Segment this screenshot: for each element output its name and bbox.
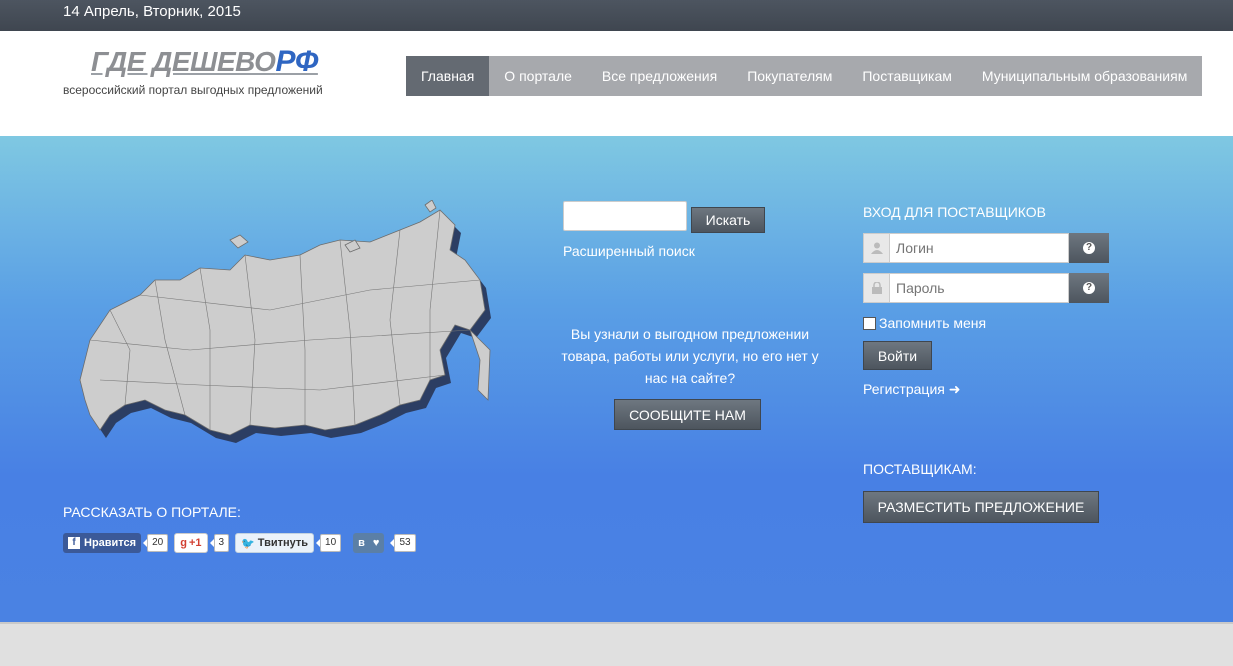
logo-rf: РФ — [275, 45, 318, 78]
remember-label: Запомнить меня — [879, 315, 987, 331]
tweet-label: Твитнуть — [257, 537, 309, 549]
remember-me: Запомнить меня — [863, 315, 986, 331]
advanced-search-link[interactable]: Расширенный поиск — [563, 243, 695, 259]
remember-checkbox[interactable] — [863, 316, 876, 330]
divider — [0, 622, 1233, 624]
logo-subtitle: всероссийский портал выгодных предложени… — [63, 83, 323, 97]
russia-map[interactable] — [70, 200, 500, 455]
search-button[interactable]: Искать — [691, 207, 765, 233]
vk-count: 53 — [390, 534, 416, 552]
nav-item-suppliers[interactable]: Поставщикам — [847, 56, 967, 96]
logo[interactable]: ГДЕ ДЕШЕВОРФ всероссийский портал выгодн… — [63, 45, 323, 105]
main-nav: Главная О портале Все предложения Покупа… — [406, 56, 1203, 96]
twitter-icon: 🐦 — [241, 537, 255, 550]
gplus-count: 3 — [209, 534, 230, 552]
vk-label: в — [358, 537, 365, 549]
suppliers-title: ПОСТАВЩИКАМ: — [863, 461, 977, 477]
nav-item-home[interactable]: Главная — [406, 56, 490, 96]
help-icon: ? — [1083, 242, 1095, 254]
gplus-label: +1 — [188, 537, 202, 549]
post-offer-button[interactable]: РАЗМЕСТИТЬ ПРЕДЛОЖЕНИЕ — [863, 491, 1099, 523]
report-button[interactable]: СООБЩИТЕ НАМ — [614, 399, 761, 430]
arrow-right-icon: ➜ — [948, 381, 961, 397]
nav-item-municipalities[interactable]: Муниципальным образованиям — [967, 56, 1202, 96]
twitter-count: 10 — [316, 534, 342, 552]
header: ГДЕ ДЕШЕВОРФ всероссийский портал выгодн… — [0, 31, 1233, 136]
gplus-button[interactable]: g +1 — [174, 533, 208, 553]
login-input[interactable] — [889, 233, 1069, 263]
login-help-button[interactable]: ? — [1069, 233, 1109, 263]
register-label: Регистрация — [863, 381, 945, 397]
share-buttons: f Нравится 20 g +1 3 🐦 Твитнуть 10 в ♥ 5… — [63, 533, 422, 553]
facebook-like-label: Нравится — [84, 537, 137, 549]
top-bar: 14 Апрель, Вторник, 2015 — [0, 0, 1233, 31]
password-field-group: ? — [863, 273, 1109, 303]
logo-title: ГДЕ ДЕШЕВОРФ — [91, 45, 318, 78]
lock-icon — [863, 273, 889, 303]
vk-like-button[interactable]: в ♥ — [353, 533, 385, 553]
user-icon — [863, 233, 889, 263]
facebook-like-button[interactable]: f Нравится — [63, 533, 142, 553]
help-icon: ? — [1083, 282, 1095, 294]
login-title: ВХОД ДЛЯ ПОСТАВЩИКОВ — [863, 204, 1046, 220]
password-input[interactable] — [889, 273, 1069, 303]
gplus-icon: g — [180, 537, 187, 549]
nav-item-buyers[interactable]: Покупателям — [732, 56, 847, 96]
nav-item-all-offers[interactable]: Все предложения — [587, 56, 732, 96]
promo-text: Вы узнали о выгодном предложении товара,… — [561, 326, 819, 386]
facebook-icon: f — [68, 537, 80, 549]
login-button[interactable]: Войти — [863, 341, 932, 370]
facebook-count: 20 — [143, 534, 169, 552]
register-link[interactable]: Регистрация ➜ — [863, 381, 960, 398]
password-help-button[interactable]: ? — [1069, 273, 1109, 303]
share-title: РАССКАЗАТЬ О ПОРТАЛЕ: — [63, 504, 241, 520]
nav-item-about[interactable]: О портале — [489, 56, 587, 96]
search-input[interactable] — [563, 201, 687, 231]
login-field-group: ? — [863, 233, 1109, 263]
tweet-button[interactable]: 🐦 Твитнуть — [235, 533, 315, 553]
heart-icon: ♥ — [372, 537, 380, 549]
current-date: 14 Апрель, Вторник, 2015 — [63, 3, 241, 20]
